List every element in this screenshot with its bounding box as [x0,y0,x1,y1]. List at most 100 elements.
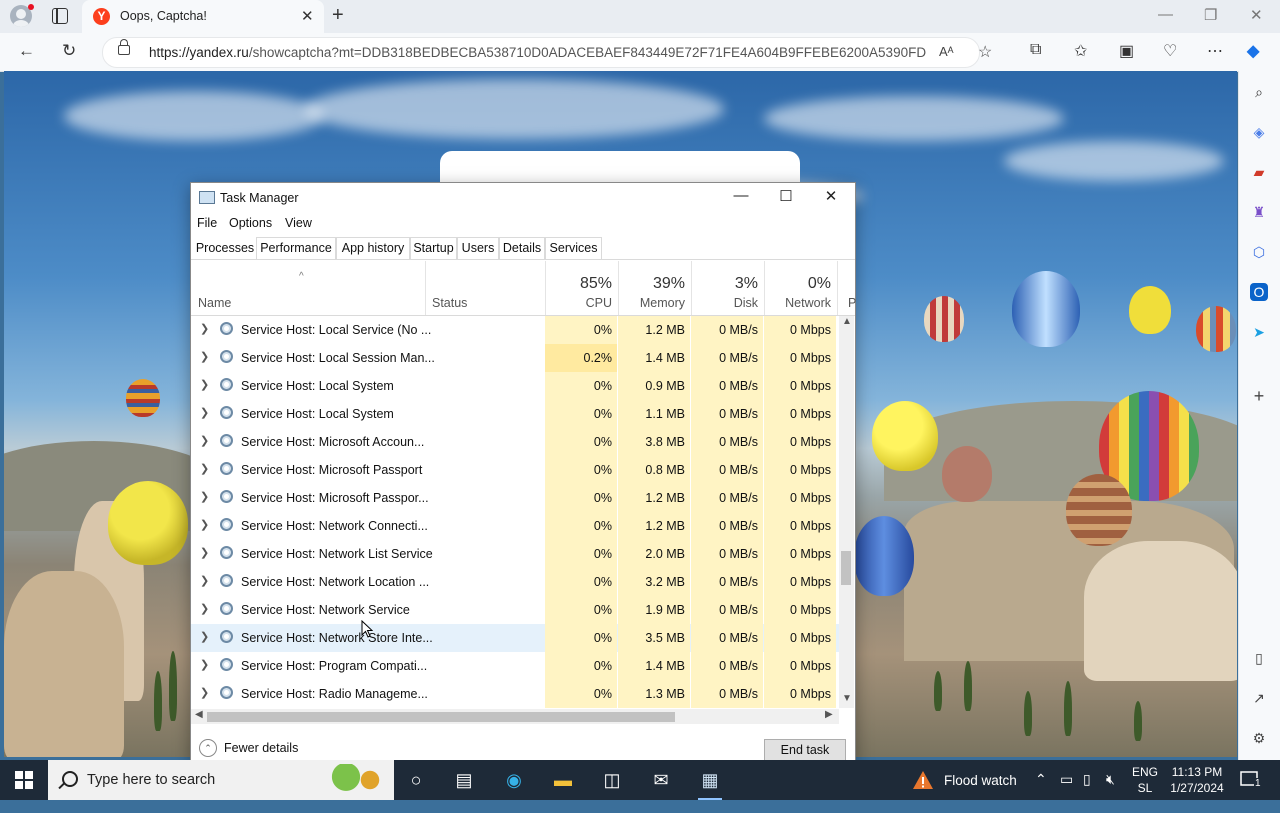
process-row[interactable]: ❯ Service Host: Local Service (No ... 0% 1.… [191,316,839,344]
scroll-right-icon[interactable]: ▶ [825,709,833,720]
favorites-icon[interactable]: ✩ [1074,41,1087,61]
expand-chevron-icon[interactable]: ❯ [200,518,209,531]
expand-chevron-icon[interactable]: ❯ [200,406,209,419]
url-text[interactable]: https://yandex.ru/showcaptcha?mt=DDB318B… [149,45,927,60]
fewer-details-link[interactable]: Fewer details [224,741,298,755]
tab-close-icon[interactable]: ✕ [301,7,314,25]
notifications-icon[interactable]: 1 [1240,770,1262,810]
tm-minimize-icon[interactable]: — [731,187,751,204]
tab-actions-icon[interactable] [52,8,68,24]
process-row[interactable]: ❯ Service Host: Local System 0% 1.1 MB 0 MB/… [191,400,839,428]
taskbar-search-box[interactable]: Type here to search [48,760,394,800]
process-row[interactable]: ❯ Service Host: Radio Manageme... 0% 1.3 MB… [191,680,839,708]
weather-text[interactable]: Flood watch [944,773,1017,813]
horizontal-scrollbar[interactable]: ◀ ▶ [191,709,839,724]
process-row[interactable]: ❯ Service Host: Network Service 0% 1.9 MB 0 … [191,596,839,624]
new-tab-icon[interactable]: + [332,4,344,27]
search-icon[interactable]: ⌕ [1250,83,1268,101]
tm-maximize-icon[interactable]: ☐ [776,187,796,205]
address-bar[interactable]: https://yandex.ru/showcaptcha?mt=DDB318B… [102,37,992,68]
cortana-icon[interactable]: ○ [400,766,432,794]
expand-chevron-icon[interactable]: ❯ [200,350,209,363]
collections-icon[interactable]: ▣ [1119,41,1134,61]
expand-chevron-icon[interactable]: ❯ [200,546,209,559]
process-row[interactable]: ❯ Service Host: Network Location ... 0% 3.2… [191,568,839,596]
expand-chevron-icon[interactable]: ❯ [200,462,209,475]
process-row[interactable]: ❯ Service Host: Microsoft Passport 0% 0.8 M… [191,456,839,484]
read-aloud-icon[interactable]: Aᴬ [939,44,954,59]
tab-startup[interactable]: Startup [410,237,457,259]
tab-users[interactable]: Users [457,237,499,259]
language-indicator[interactable]: ENG SL [1131,764,1159,796]
open-external-icon[interactable]: ↗ [1250,689,1268,707]
column-network[interactable]: 0% Network [764,261,837,315]
expand-chevron-icon[interactable]: ❯ [200,574,209,587]
network-icon[interactable]: ▯ [1083,771,1091,811]
tray-chevron-icon[interactable]: ⌃ [1035,771,1047,811]
task-manager-titlebar[interactable]: Task Manager — ☐ ✕ [191,183,855,213]
mail-icon[interactable]: ✉ [645,766,677,794]
scroll-up-icon[interactable]: ▲ [842,316,852,327]
tab-processes[interactable]: Processes [194,237,256,259]
tab-details[interactable]: Details [499,237,545,259]
process-row[interactable]: ❯ Service Host: Local System 0% 0.9 MB 0 MB/… [191,372,839,400]
column-status-cell[interactable]: Status [425,261,545,315]
windows-start-icon[interactable] [15,771,33,789]
games-icon[interactable]: ♜ [1250,203,1268,221]
expand-chevron-icon[interactable]: ❯ [200,490,209,503]
process-row[interactable]: ❯ Service Host: Local Session Man... 0.2% 1… [191,344,839,372]
menu-view[interactable]: View [285,216,312,230]
expand-chevron-icon[interactable]: ❯ [200,658,209,671]
expand-chevron-icon[interactable]: ❯ [200,378,209,391]
column-name[interactable]: Name [198,296,231,310]
column-cpu[interactable]: 85% CPU [545,261,618,315]
flood-warning-icon[interactable] [912,770,934,810]
expand-chevron-icon[interactable]: ❯ [200,322,209,335]
scroll-down-icon[interactable]: ▼ [842,693,852,704]
task-view-icon[interactable]: ▤ [448,766,480,794]
restore-window-icon[interactable]: ❐ [1204,6,1217,24]
shopping-tag-icon[interactable]: ◈ [1250,123,1268,141]
tab-performance[interactable]: Performance [256,237,336,259]
microsoft-365-icon[interactable]: ⬡ [1250,243,1268,261]
expand-chevron-icon[interactable]: ❯ [200,630,209,643]
vertical-scroll-thumb[interactable] [841,551,851,585]
process-row[interactable]: ❯ Service Host: Program Compati... 0% 1.4 M… [191,652,839,680]
menu-file[interactable]: File [197,216,217,230]
minimize-window-icon[interactable]: — [1158,6,1173,23]
tab-services[interactable]: Services [545,237,602,259]
tab-app-history[interactable]: App history [336,237,410,259]
microsoft-store-icon[interactable]: ◫ [596,766,628,794]
sidebar-settings-gear-icon[interactable]: ⚙ [1250,729,1268,747]
process-row[interactable]: ❯ Service Host: Network List Service 0% 2.0… [191,540,839,568]
scroll-left-icon[interactable]: ◀ [195,709,203,720]
more-options-icon[interactable]: ⋯ [1207,41,1223,61]
column-power-partial[interactable]: P [837,261,856,315]
file-explorer-icon[interactable]: ▬ [547,766,579,794]
process-row[interactable]: ❯ Service Host: Network Store Inte... 0% 3.… [191,624,839,652]
task-manager-taskbar-icon[interactable]: ▦ [694,766,726,800]
lock-icon[interactable] [118,39,130,55]
add-sidebar-app-icon[interactable]: + [1250,387,1268,405]
back-arrow-icon[interactable]: ← [18,41,35,61]
vertical-scrollbar[interactable]: ▲ ▼ [839,316,854,708]
send-drop-icon[interactable]: ➤ [1250,323,1268,341]
fewer-details-chevron-icon[interactable]: ⌃ [199,739,217,757]
column-memory[interactable]: 39% Memory [618,261,691,315]
split-screen-icon[interactable]: ⧉ [1030,41,1041,59]
copilot-icon[interactable]: ◆ [1247,41,1259,61]
tools-briefcase-icon[interactable]: ▰ [1250,163,1268,181]
volume-muted-icon[interactable]: 🔇︎ [1106,771,1115,811]
horizontal-scroll-thumb[interactable] [207,712,675,722]
process-row[interactable]: ❯ Service Host: Microsoft Accoun... 0% 3.8 … [191,428,839,456]
close-window-icon[interactable]: ✕ [1250,6,1263,24]
meet-now-icon[interactable]: ▭ [1060,771,1073,811]
expand-chevron-icon[interactable]: ❯ [200,434,209,447]
process-row[interactable]: ❯ Service Host: Microsoft Passpor... 0% 1.2… [191,484,839,512]
menu-options[interactable]: Options [229,216,272,230]
hide-sidebar-icon[interactable]: ▯ [1250,649,1268,667]
expand-chevron-icon[interactable]: ❯ [200,686,209,699]
process-row[interactable]: ❯ Service Host: Network Connecti... 0% 1.2 … [191,512,839,540]
edge-taskbar-icon[interactable]: ◉ [498,766,530,794]
clock[interactable]: 11:13 PM 1/27/2024 [1166,764,1228,796]
